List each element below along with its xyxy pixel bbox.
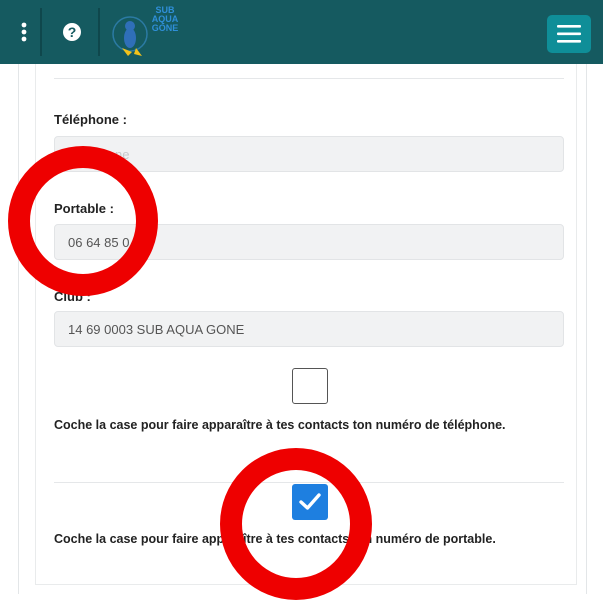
header-divider <box>40 8 42 56</box>
show-phone-text: Coche la case pour faire apparaître à te… <box>54 418 506 432</box>
help-icon[interactable]: ? <box>52 10 92 54</box>
telephone-label: Téléphone : <box>54 112 127 127</box>
show-phone-checkbox[interactable] <box>292 368 328 404</box>
club-logo[interactable]: SUB AQUA GONE <box>108 4 188 62</box>
logo-text: SUB AQUA GONE <box>151 5 179 33</box>
panel-border <box>586 64 587 594</box>
app-header: ? SUB AQUA GONE <box>0 0 603 64</box>
card-border <box>35 64 36 584</box>
kebab-menu-icon[interactable] <box>8 10 40 54</box>
club-field[interactable]: 14 69 0003 SUB AQUA GONE <box>54 311 564 347</box>
divider <box>54 78 564 79</box>
hamburger-menu-icon <box>557 25 581 43</box>
annotation-circle <box>220 448 372 600</box>
club-value: 14 69 0003 SUB AQUA GONE <box>68 321 245 337</box>
card-border <box>576 64 577 584</box>
panel-border <box>18 64 19 594</box>
svg-text:?: ? <box>68 24 77 40</box>
hamburger-menu-button[interactable] <box>547 15 591 53</box>
annotation-circle <box>8 146 158 296</box>
header-divider <box>98 8 100 56</box>
